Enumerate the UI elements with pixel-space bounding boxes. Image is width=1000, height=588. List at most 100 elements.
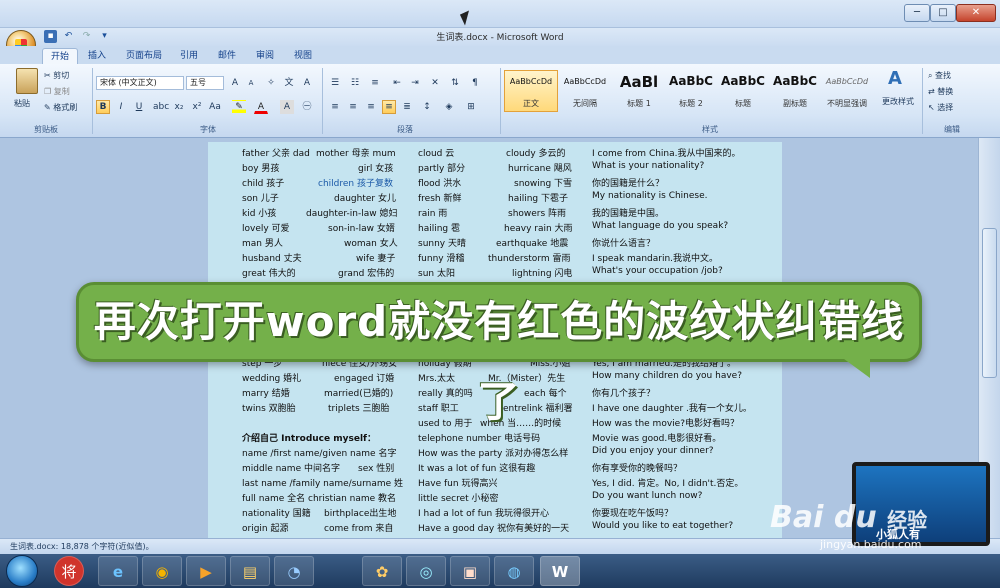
char-border-icon[interactable]: A (300, 76, 314, 90)
justify-icon[interactable]: ≡ (382, 100, 396, 114)
shading-icon[interactable]: ◈ (442, 100, 456, 114)
word-line: daughter 女儿 (334, 194, 396, 204)
word-line: It was a lot of fun 这很有趣 (418, 464, 536, 474)
word-line: husband 丈夫 (242, 254, 302, 264)
style-title[interactable]: AaBbC 标题 (716, 70, 770, 112)
superscript-button[interactable]: x² (190, 100, 204, 114)
enclose-char-icon[interactable]: ㊀ (300, 100, 314, 114)
bullets-icon[interactable]: ☰ (328, 76, 342, 90)
style-name: 标题 1 (627, 99, 651, 108)
watermark-url: jingyan.baidu.com (820, 538, 922, 551)
change-styles-icon[interactable]: A (888, 68, 902, 89)
italic-button[interactable]: I (114, 100, 128, 114)
tab-home[interactable]: 开始 (42, 48, 79, 64)
clear-format-icon[interactable]: ✧ (264, 76, 278, 90)
taskbar-app-disc[interactable]: ◎ (406, 556, 446, 586)
taskbar-app-circle[interactable]: ◔ (274, 556, 314, 586)
chrome-browser-icon[interactable]: ◉ (142, 556, 182, 586)
subscript-button[interactable]: x₂ (172, 100, 186, 114)
style-name: 副标题 (783, 99, 807, 108)
word-line: sunny 天晴 (418, 239, 466, 249)
taskbar-app-jiang[interactable]: 将 (54, 556, 84, 586)
sentence-line: 你有享受你的晚餐吗？ (592, 464, 683, 474)
word-line: origin 起源 (242, 524, 289, 534)
style-name: 不明显强调 (827, 99, 867, 108)
clipboard-group-label: 剪贴板 (34, 125, 58, 134)
paste-icon[interactable] (16, 68, 38, 94)
phonetic-guide-icon[interactable]: 文 (282, 76, 296, 90)
multilevel-list-icon[interactable]: ≡ (368, 76, 382, 90)
char-shading-icon[interactable]: A (280, 100, 294, 114)
show-marks-icon[interactable]: ¶ (468, 76, 482, 90)
word-line: hailing 雹 (418, 224, 460, 234)
numbering-icon[interactable]: ☷ (348, 76, 362, 90)
style-heading-1[interactable]: AaBl 标题 1 (612, 70, 666, 112)
tab-mailings[interactable]: 邮件 (210, 48, 244, 64)
sort-icon[interactable]: ⇅ (448, 76, 462, 90)
word-line: earthquake 地震 (496, 239, 569, 249)
increase-indent-icon[interactable]: ⇥ (408, 76, 422, 90)
highlight-icon[interactable]: ✎ (232, 100, 246, 114)
shrink-font-icon[interactable]: A (244, 76, 258, 90)
copy-icon: ❐ (44, 87, 52, 96)
word-count-status[interactable]: 生词表.docx: 18,878 个字符(近似值)。 (10, 541, 154, 552)
watermark-tag: 经验 (887, 508, 928, 532)
taskbar-app-flower[interactable]: ✿ (362, 556, 402, 586)
font-family-select[interactable]: 宋体 (中文正文) (96, 76, 184, 90)
style-heading-2[interactable]: AaBbC 标题 2 (664, 70, 718, 112)
tab-page-layout[interactable]: 页面布局 (118, 48, 170, 64)
underline-button[interactable]: U (132, 100, 146, 114)
word-taskbar-icon[interactable]: W (540, 556, 580, 586)
sentence-line: My nationality is Chinese. (592, 191, 708, 201)
chinese-layout-icon[interactable]: ✕ (428, 76, 442, 90)
format-painter-button[interactable]: ✎ 格式刷 (44, 102, 77, 113)
minimize-button[interactable]: ─ (904, 4, 930, 22)
paste-button[interactable]: 粘贴 (14, 98, 30, 109)
distribute-icon[interactable]: ≣ (400, 100, 414, 114)
word-line: last name /family name/surname 姓 (242, 479, 404, 489)
word-line: name /first name/given name 名字 (242, 449, 397, 459)
tab-view[interactable]: 视图 (286, 48, 320, 64)
taskbar-app-globe[interactable]: ◍ (494, 556, 534, 586)
style-normal[interactable]: AaBbCcDd 正文 (504, 70, 558, 112)
tab-insert[interactable]: 插入 (80, 48, 114, 64)
section-heading: 介绍自己 Introduce myself： (242, 434, 376, 444)
change-case-button[interactable]: Aa (208, 100, 222, 114)
word-line: come from 来自 (324, 524, 394, 534)
find-button[interactable]: ⌕ 查找 (928, 70, 951, 81)
start-button[interactable] (6, 555, 38, 587)
select-button[interactable]: ↖ 选择 (928, 102, 953, 113)
font-size-select[interactable]: 五号 (186, 76, 224, 90)
style-subtitle[interactable]: AaBbC 副标题 (768, 70, 822, 112)
tab-references[interactable]: 引用 (172, 48, 206, 64)
word-line: Mrs.太太 (418, 374, 456, 384)
replace-button[interactable]: ⇄ 替换 (928, 86, 953, 97)
decrease-indent-icon[interactable]: ⇤ (390, 76, 404, 90)
line-spacing-icon[interactable]: ↕ (420, 100, 434, 114)
scissors-icon: ✂ (44, 71, 51, 80)
font-color-icon[interactable]: A (254, 100, 268, 114)
change-styles-button[interactable]: 更改样式 (882, 96, 914, 107)
align-center-icon[interactable]: ≡ (346, 100, 360, 114)
style-subtle-emphasis[interactable]: AaBbCcDd 不明显强调 (820, 70, 874, 112)
borders-icon[interactable]: ⊞ (464, 100, 478, 114)
bold-button[interactable]: B (96, 100, 110, 114)
ie-browser-icon[interactable]: e (98, 556, 138, 586)
cut-button[interactable]: ✂ 剪切 (44, 70, 69, 81)
taskbar-app-box[interactable]: ▣ (450, 556, 490, 586)
align-right-icon[interactable]: ≡ (364, 100, 378, 114)
maximize-button[interactable]: □ (930, 4, 956, 22)
folder-icon[interactable]: ▤ (230, 556, 270, 586)
style-no-spacing[interactable]: AaBbCcDd 无间隔 (558, 70, 612, 112)
media-player-icon[interactable]: ▶ (186, 556, 226, 586)
scrollbar-thumb[interactable] (982, 228, 997, 378)
grow-font-icon[interactable]: A (228, 76, 242, 90)
close-button[interactable]: ✕ (956, 4, 996, 22)
align-left-icon[interactable]: ≡ (328, 100, 342, 114)
word-line: children 孩子复数 (318, 179, 393, 189)
copy-button[interactable]: ❐ 复制 (44, 86, 70, 97)
strikethrough-button[interactable]: abc (152, 100, 169, 114)
style-name: 正文 (523, 99, 539, 108)
word-line: used to 用于 (418, 419, 473, 429)
tab-review[interactable]: 审阅 (248, 48, 282, 64)
